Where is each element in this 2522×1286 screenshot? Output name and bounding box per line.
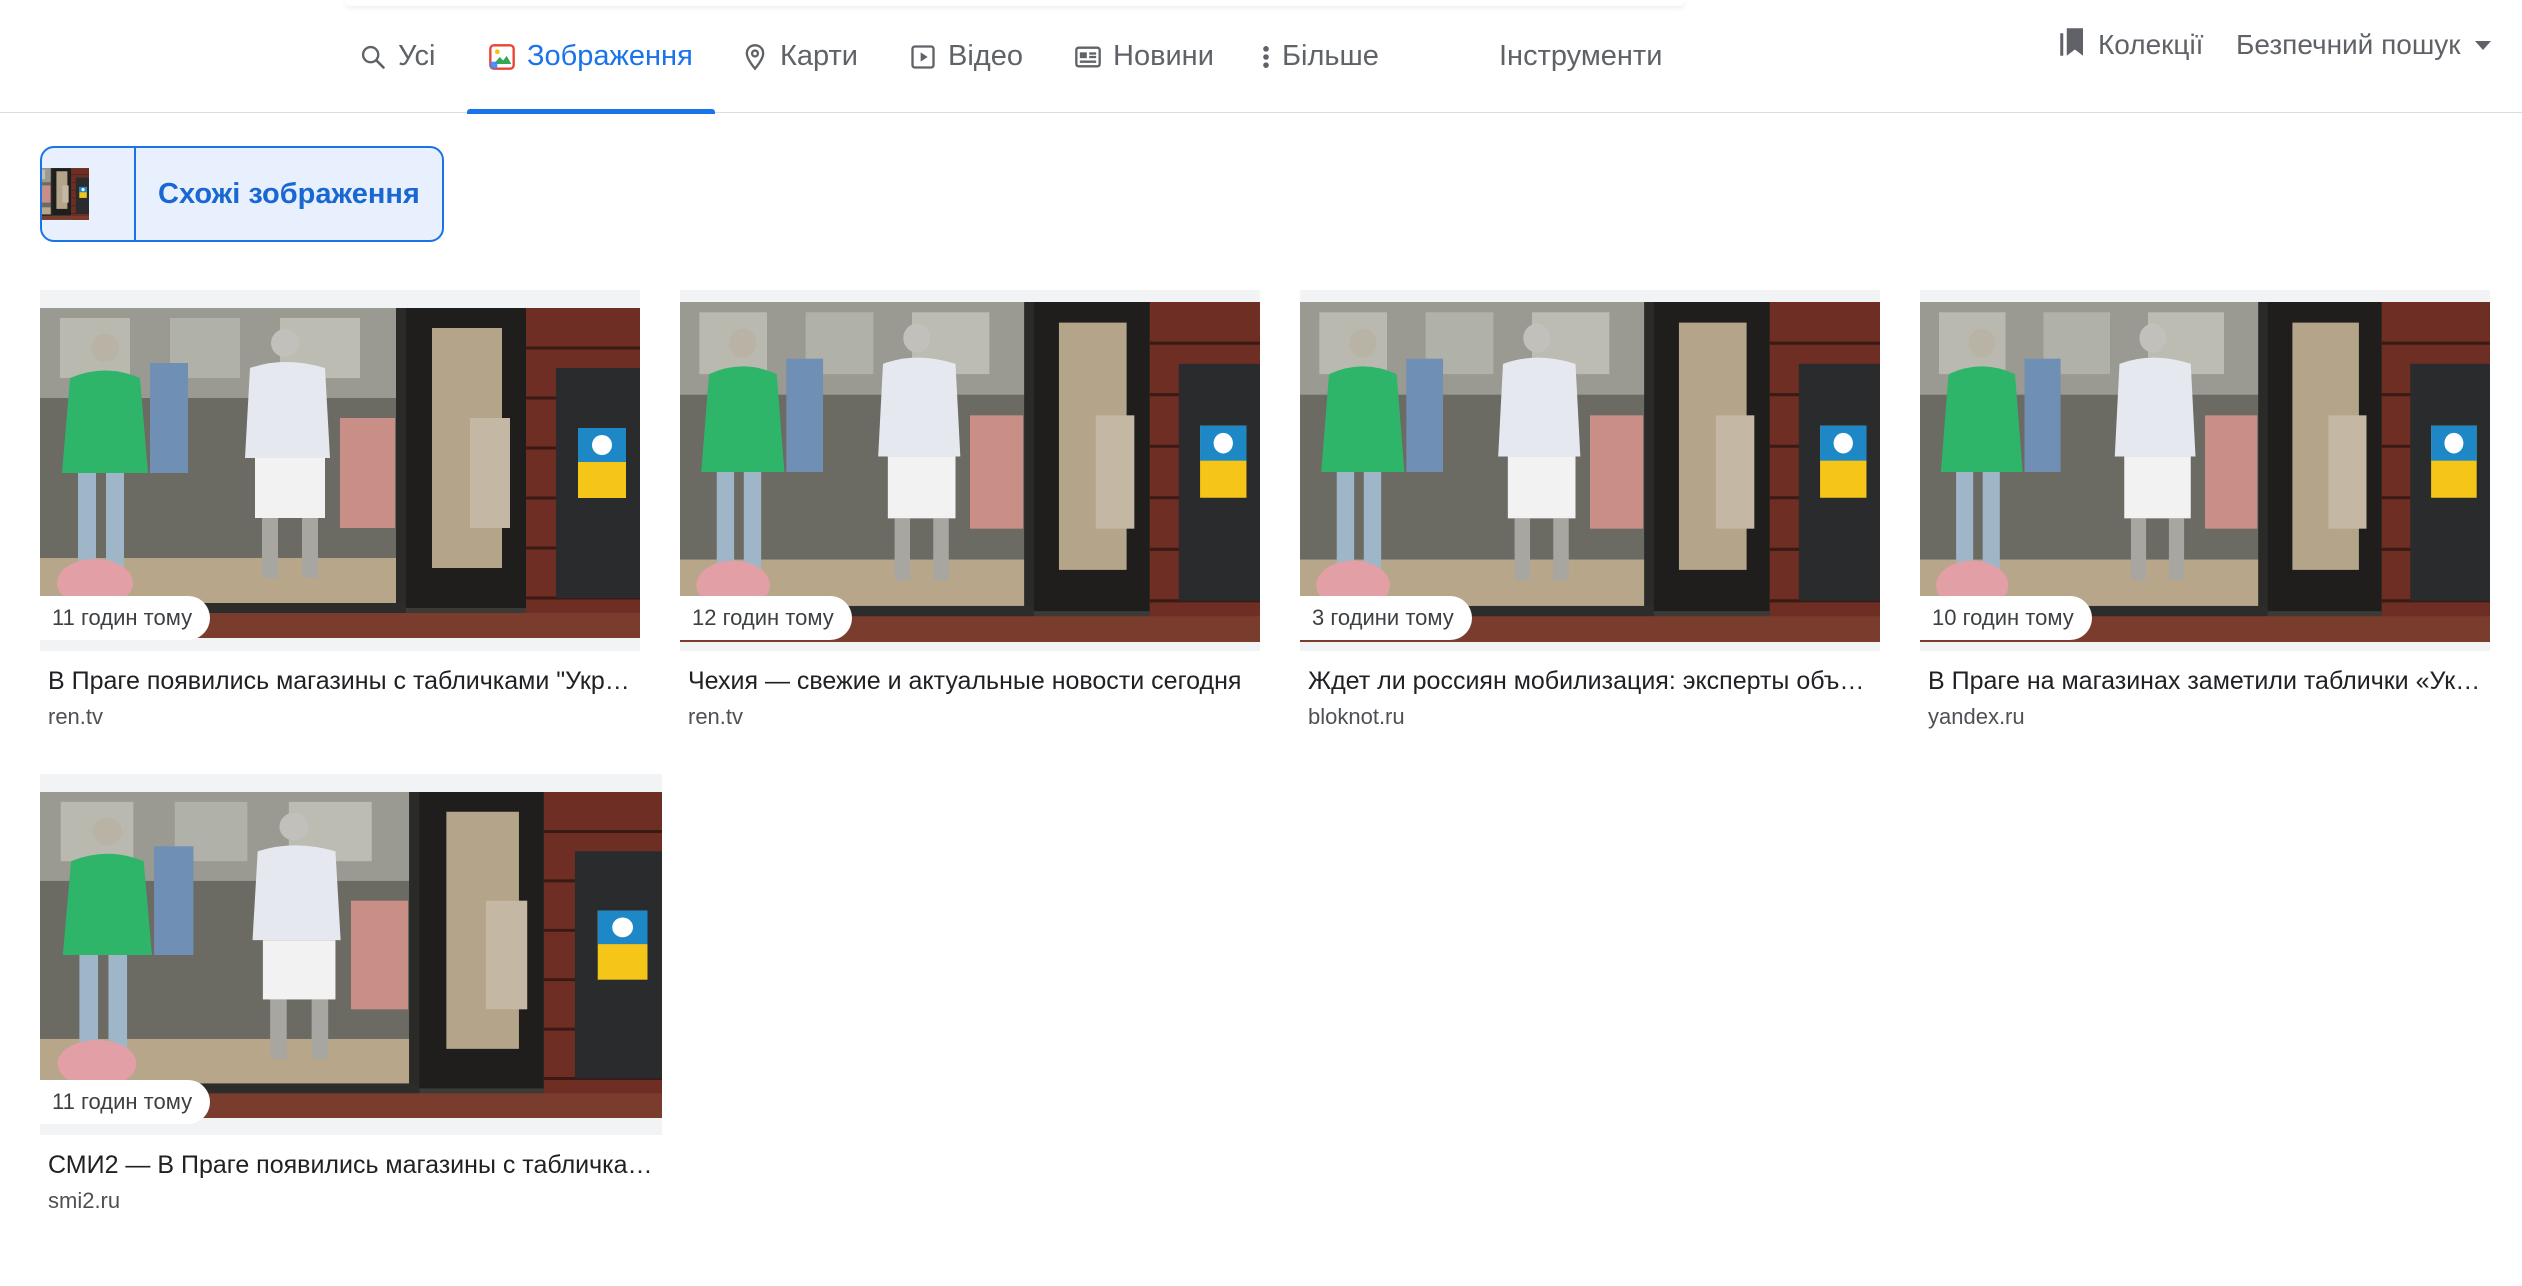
map-pin-icon (740, 42, 770, 72)
tab-more-label: Більше (1282, 40, 1379, 72)
tab-maps-label: Карти (780, 40, 858, 72)
image-icon (487, 42, 517, 72)
safe-search-dropdown[interactable]: Безпечний пошук (2236, 25, 2491, 65)
tab-maps[interactable]: Карти (740, 0, 858, 113)
bookmark-icon (2058, 25, 2088, 66)
play-icon (908, 42, 938, 72)
tab-video[interactable]: Відео (908, 0, 1023, 113)
result-card[interactable]: 12 годин тому Чехия — свежие и актуальны… (680, 290, 1260, 740)
result-title[interactable]: Ждет ли россиян мобилизация: эксперты об… (1308, 667, 1872, 696)
news-icon (1073, 42, 1103, 72)
result-thumbnail[interactable]: 12 годин тому (680, 290, 1260, 651)
result-title[interactable]: В Праге появились магазины с табличками … (48, 667, 632, 696)
result-thumbnail[interactable]: 11 годин тому (40, 774, 662, 1135)
tab-images[interactable]: Зображення (467, 0, 715, 114)
result-thumbnail[interactable]: 11 годин тому (40, 290, 640, 651)
result-source[interactable]: ren.tv (688, 704, 743, 730)
result-thumbnail[interactable]: 10 годин тому (1920, 290, 2490, 651)
result-time-badge: 12 годин тому (680, 596, 852, 640)
result-card[interactable]: 11 годин тому В Праге появились магазины… (40, 290, 640, 740)
similar-images-chip[interactable]: Схожі зображення (40, 146, 444, 242)
result-card[interactable]: 3 години тому Ждет ли россиян мобилизаци… (1300, 290, 1880, 740)
tab-news[interactable]: Новини (1073, 0, 1214, 113)
more-vert-icon (1260, 42, 1272, 72)
result-source[interactable]: ren.tv (48, 704, 103, 730)
result-title[interactable]: В Праге на магазинах заметили таблички «… (1928, 667, 2482, 696)
tab-video-label: Відео (948, 40, 1023, 72)
result-time-badge: 11 годин тому (40, 1080, 211, 1124)
similar-images-thumbnail (42, 148, 136, 240)
result-title[interactable]: Чехия — свежие и актуальные новости сего… (688, 667, 1252, 696)
result-time-badge: 11 годин тому (40, 596, 211, 640)
tab-tools-label: Інструменти (1499, 40, 1663, 72)
search-tabs-bar: Усі Зображення Карти Відео Новини Більше… (0, 0, 2522, 114)
caret-down-icon (2474, 40, 2491, 50)
result-time-badge: 3 години тому (1300, 596, 1472, 640)
tab-more[interactable]: Більше (1260, 0, 1379, 113)
result-source[interactable]: bloknot.ru (1308, 704, 1405, 730)
result-time-badge: 10 годин тому (1920, 596, 2092, 640)
tab-images-label: Зображення (527, 40, 693, 72)
collections-label: Колекції (2098, 29, 2204, 60)
result-title[interactable]: СМИ2 — В Праге появились магазины с табл… (48, 1151, 654, 1180)
result-card[interactable]: 11 годин тому СМИ2 — В Праге появились м… (40, 774, 662, 1224)
similar-images-label: Схожі зображення (158, 177, 420, 210)
result-thumbnail[interactable]: 3 години тому (1300, 290, 1880, 651)
tab-news-label: Новини (1113, 40, 1214, 72)
search-icon (358, 42, 388, 72)
result-card[interactable]: 10 годин тому В Праге на магазинах замет… (1920, 290, 2490, 740)
tab-tools[interactable]: Інструменти (1499, 0, 1662, 113)
collections-button[interactable]: Колекції (2058, 25, 2203, 65)
tab-all[interactable]: Усі (358, 0, 435, 113)
result-source[interactable]: yandex.ru (1928, 704, 2025, 730)
result-source[interactable]: smi2.ru (48, 1188, 120, 1214)
safe-search-label: Безпечний пошук (2236, 29, 2461, 60)
tab-all-label: Усі (398, 40, 436, 72)
